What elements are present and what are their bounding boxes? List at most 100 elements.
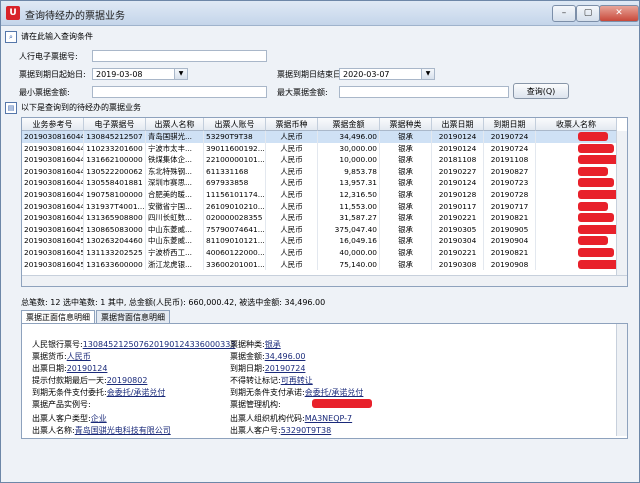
- results-table: 业务参考号 电子票据号 出票人名称 出票人账号 票据币种 票据金额 票据种类 出票日期 到期日期…: [21, 117, 628, 287]
- table-row[interactable]: 20190308160442 130845212507 青岛国骐光... 53290T…: [22, 131, 627, 143]
- table-cell: 人民币: [266, 223, 318, 236]
- drawer-name-value: 青岛国骐光电科技有限公司: [74, 426, 171, 435]
- table-cell: 20190908: [484, 258, 536, 271]
- detail-panel: 人民银行票号:130845212507620190124336000333 票据…: [21, 323, 628, 439]
- prompt-pay-value: 20190802: [106, 376, 148, 385]
- table-cell: 110233201600: [84, 142, 146, 155]
- table-cell: 20190308160453: [24, 258, 84, 271]
- calendar-dropdown-icon[interactable]: ▼: [421, 68, 435, 80]
- column-header[interactable]: 票据币种: [266, 118, 318, 131]
- table-cell: 银承: [380, 189, 432, 201]
- column-header[interactable]: 业务参考号: [22, 118, 84, 131]
- drawer-no-label: 出票人客户号:: [230, 426, 281, 435]
- due-start-input[interactable]: 2019-03-08: [92, 68, 178, 80]
- table-cell: 20190717: [484, 200, 536, 213]
- calendar-dropdown-icon[interactable]: ▼: [174, 68, 188, 80]
- minimize-button[interactable]: –: [552, 5, 576, 22]
- table-cell: 中山东菱威...: [146, 235, 204, 247]
- table-cell: 20190827: [484, 165, 536, 178]
- column-header[interactable]: 收票人名称: [536, 118, 617, 131]
- drawer-name-label: 出票人名称:: [32, 426, 75, 435]
- table-cell: 人民币: [266, 131, 318, 143]
- due-end-label: 票据到期日结束日:: [277, 70, 344, 79]
- table-row[interactable]: 20190308160443 110233201600 宁波市太丰... 390116…: [22, 142, 627, 155]
- table-row[interactable]: 20190308160449 131365908800 四川长虹数... 020000…: [22, 212, 627, 224]
- table-cell: 人民币: [266, 212, 318, 224]
- table-row[interactable]: 20190308160453 131633600000 浙江龙虎银... 336002…: [22, 258, 627, 271]
- title-bar: U 查询待经办的票据业务 – ▢ ✕: [1, 1, 639, 26]
- close-button[interactable]: ✕: [599, 5, 639, 22]
- issue-date-value: 20190124: [66, 364, 108, 373]
- table-cell: 四川长虹数...: [146, 212, 204, 224]
- table-cell: 银承: [380, 247, 432, 259]
- table-cell: 人民币: [266, 142, 318, 155]
- amount-label: 票据金额:: [230, 352, 265, 361]
- table-row[interactable]: 20190308160452 131133202525 宁波桥西工... 400601…: [22, 247, 627, 259]
- table-row[interactable]: 20190308160450 130865083000 中山东菱威... 757900…: [22, 223, 627, 236]
- due-date-label: 到期日期:: [230, 364, 265, 373]
- table-cell: 合肥美的暖...: [146, 189, 204, 201]
- drawer-type-value: 企业: [90, 414, 107, 423]
- vertical-scrollbar[interactable]: [616, 131, 627, 276]
- query-header-text: 请在此输入查询条件: [21, 32, 93, 41]
- table-cell: 20190724: [484, 131, 536, 143]
- maximize-button[interactable]: ▢: [576, 5, 600, 22]
- table-cell: 75,140.00: [318, 258, 380, 271]
- table-cell: 20190308: [432, 258, 484, 271]
- tab-back-detail[interactable]: 票据背面信息明细: [96, 310, 170, 324]
- column-header[interactable]: 电子票据号: [84, 118, 146, 131]
- table-cell: 34,496.00: [318, 131, 380, 143]
- min-amount-label: 最小票据金额:: [19, 88, 70, 97]
- detail-scrollbar[interactable]: [616, 324, 627, 436]
- column-header[interactable]: 出票人名称: [146, 118, 204, 131]
- summary-text: 总笔数: 12 选中笔数: 1 其中, 总金额(人民币): 660,000.42…: [21, 298, 326, 307]
- table-cell: 20190308160446: [24, 177, 84, 189]
- uncond-pay-label: 到期无条件支付委托:: [32, 388, 107, 397]
- table-cell: 20190308160448: [24, 200, 84, 213]
- horizontal-scrollbar[interactable]: [22, 275, 627, 286]
- max-amount-input[interactable]: [339, 86, 509, 98]
- table-cell: 东北特殊钢...: [146, 165, 204, 178]
- table-cell: 宁波桥西工...: [146, 247, 204, 259]
- prompt-pay-label: 提示付款期最后一天:: [32, 376, 107, 385]
- currency-label: 票据货币:: [32, 352, 67, 361]
- table-cell: 安徽省宁国...: [146, 200, 204, 213]
- table-cell: 30,000.00: [318, 142, 380, 155]
- table-cell: 190758100000: [84, 189, 146, 201]
- table-row[interactable]: 20190308160446 130558401881 深圳市赛思... 697933…: [22, 177, 627, 189]
- table-row[interactable]: 20190308160445 130522200062 东北特殊钢... 611331…: [22, 165, 627, 178]
- redaction-mark: [312, 399, 372, 408]
- bill-type-label: 票据种类:: [230, 340, 265, 349]
- tab-front-detail[interactable]: 票据正面信息明细: [21, 310, 95, 324]
- table-cell: 20190305: [432, 223, 484, 236]
- min-amount-input[interactable]: [92, 86, 267, 98]
- bill-no-input[interactable]: [92, 50, 267, 62]
- table-cell: 人民币: [266, 154, 318, 166]
- table-cell: 130865083000: [84, 223, 146, 236]
- column-header[interactable]: 出票人账号: [204, 118, 266, 131]
- table-cell: 20190308160452: [24, 247, 84, 259]
- table-row[interactable]: 20190308160444 131662100000 铁煤集体企... 221000…: [22, 154, 627, 166]
- results-section-header: ▤ 以下是查询到的待经办的票据业务: [5, 101, 141, 114]
- drawer-type-label: 出票人客户类型:: [32, 414, 91, 423]
- table-cell: 银承: [380, 142, 432, 155]
- column-header[interactable]: 到期日期: [484, 118, 536, 131]
- promise-pay-value: 会委托/承诺兑付: [304, 388, 364, 397]
- table-cell: 银承: [380, 131, 432, 143]
- redaction-mark: [578, 155, 620, 165]
- window-title: 查询待经办的票据业务: [25, 11, 125, 22]
- table-row[interactable]: 20190308160447 190758100000 合肥美的暖... 111561…: [22, 189, 627, 201]
- document-icon: ▤: [5, 101, 17, 114]
- product-instance-label: 票据产品实例号:: [32, 400, 91, 409]
- column-header[interactable]: 出票日期: [432, 118, 484, 131]
- table-cell: 131937T4001...: [86, 200, 146, 213]
- search-button[interactable]: 查询(Q): [513, 83, 569, 99]
- column-header[interactable]: 票据金额: [318, 118, 380, 131]
- table-cell: 130522200062: [84, 165, 146, 178]
- due-end-input[interactable]: 2020-03-07: [339, 68, 425, 80]
- table-cell: 20181108: [432, 154, 484, 166]
- table-row[interactable]: 20190308160451 130263204460 中山东菱威... 811090…: [22, 235, 627, 247]
- column-header[interactable]: 票据种类: [380, 118, 432, 131]
- table-row[interactable]: 20190308160448 131937T4001... 安徽省宁国... 2610…: [22, 200, 627, 213]
- table-cell: 青岛国骐光...: [146, 131, 204, 143]
